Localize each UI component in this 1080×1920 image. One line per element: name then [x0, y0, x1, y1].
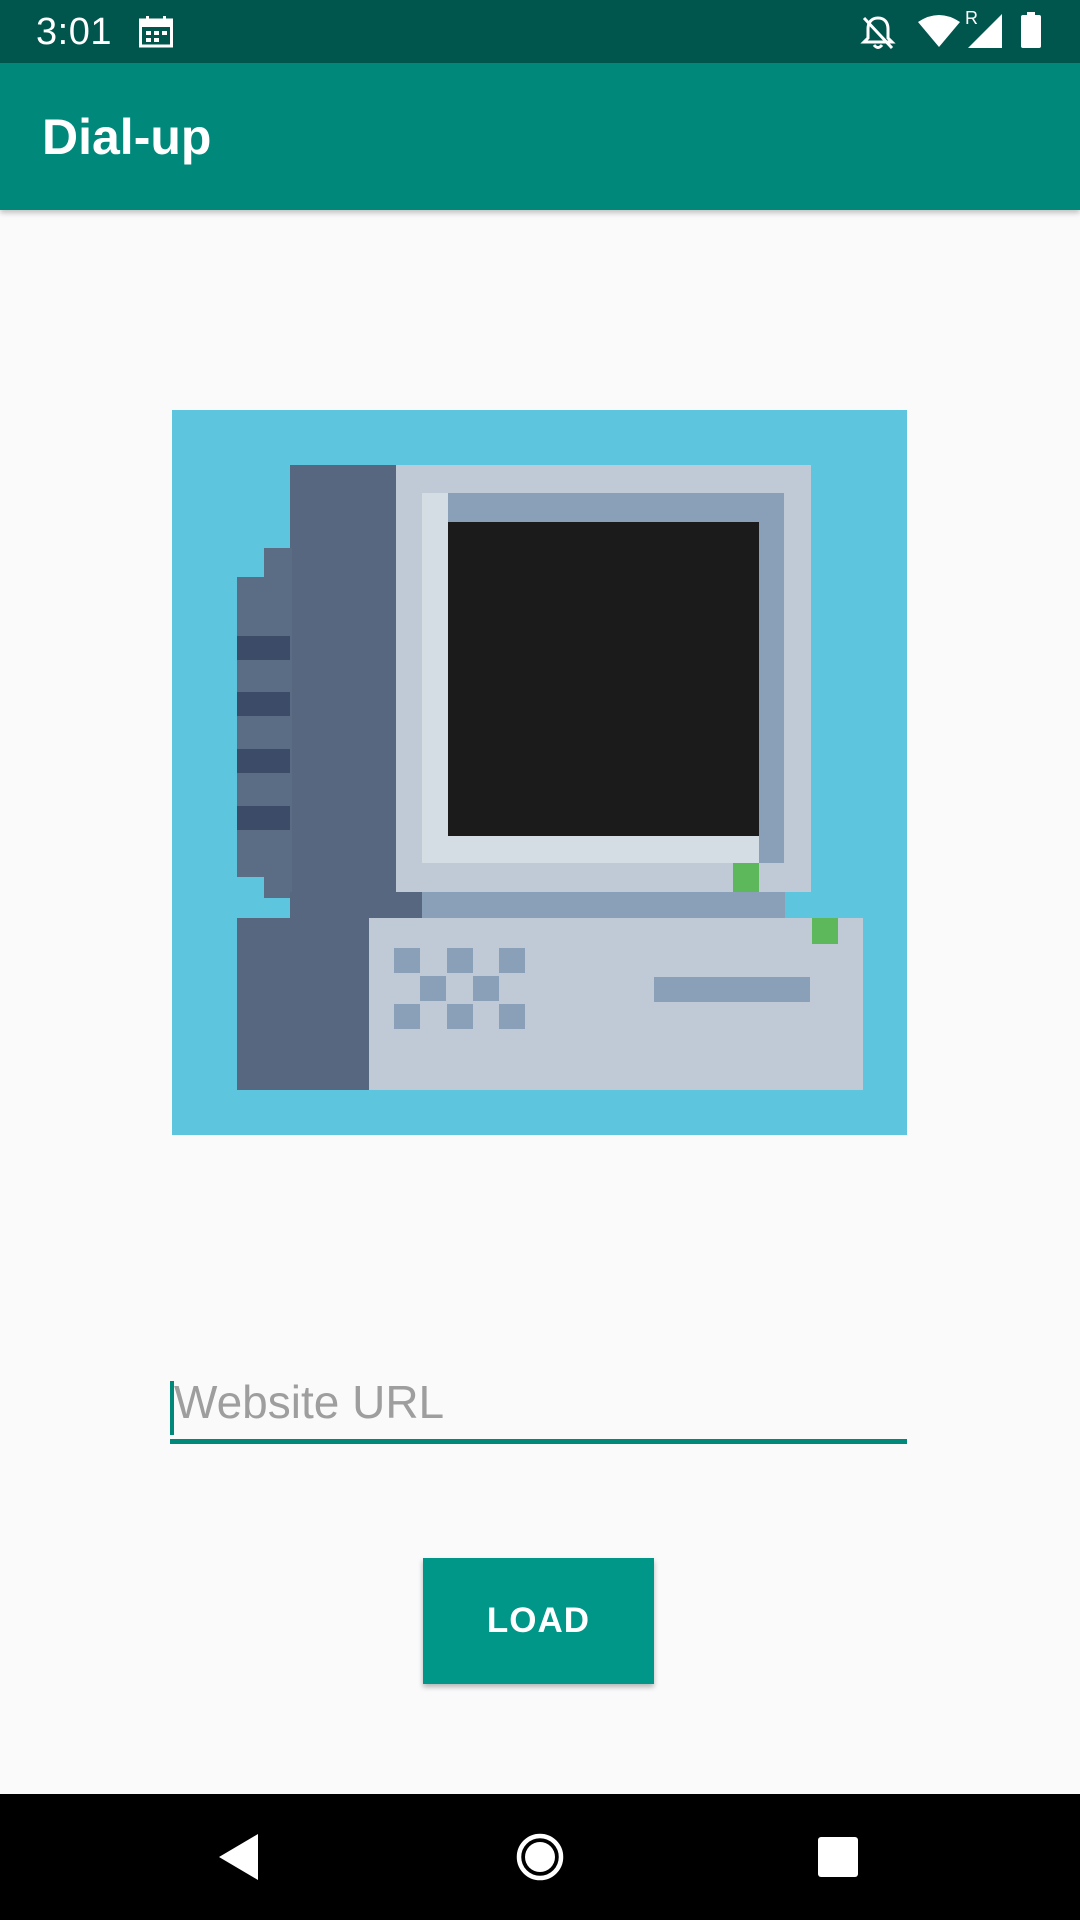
wifi-icon	[918, 15, 960, 47]
back-icon[interactable]	[178, 1794, 298, 1920]
nav-bar	[0, 1794, 1080, 1920]
text-cursor	[170, 1381, 174, 1435]
home-icon[interactable]	[480, 1794, 600, 1920]
calendar-icon	[139, 16, 173, 48]
app-title: Dial-up	[42, 109, 212, 165]
battery-icon	[1021, 12, 1041, 48]
status-bar: 3:01 R	[0, 0, 1080, 63]
url-underline	[170, 1439, 907, 1444]
recents-icon[interactable]	[778, 1794, 898, 1920]
notifications-off-icon	[860, 16, 896, 50]
status-time: 3:01	[36, 11, 112, 53]
retro-computer-illustration	[172, 410, 907, 1135]
app-bar: Dial-up	[0, 63, 1080, 210]
url-field[interactable]	[170, 1365, 907, 1445]
cell-signal-icon	[968, 14, 1002, 48]
load-button[interactable]: LOAD	[423, 1558, 654, 1684]
url-input[interactable]	[170, 1365, 907, 1439]
